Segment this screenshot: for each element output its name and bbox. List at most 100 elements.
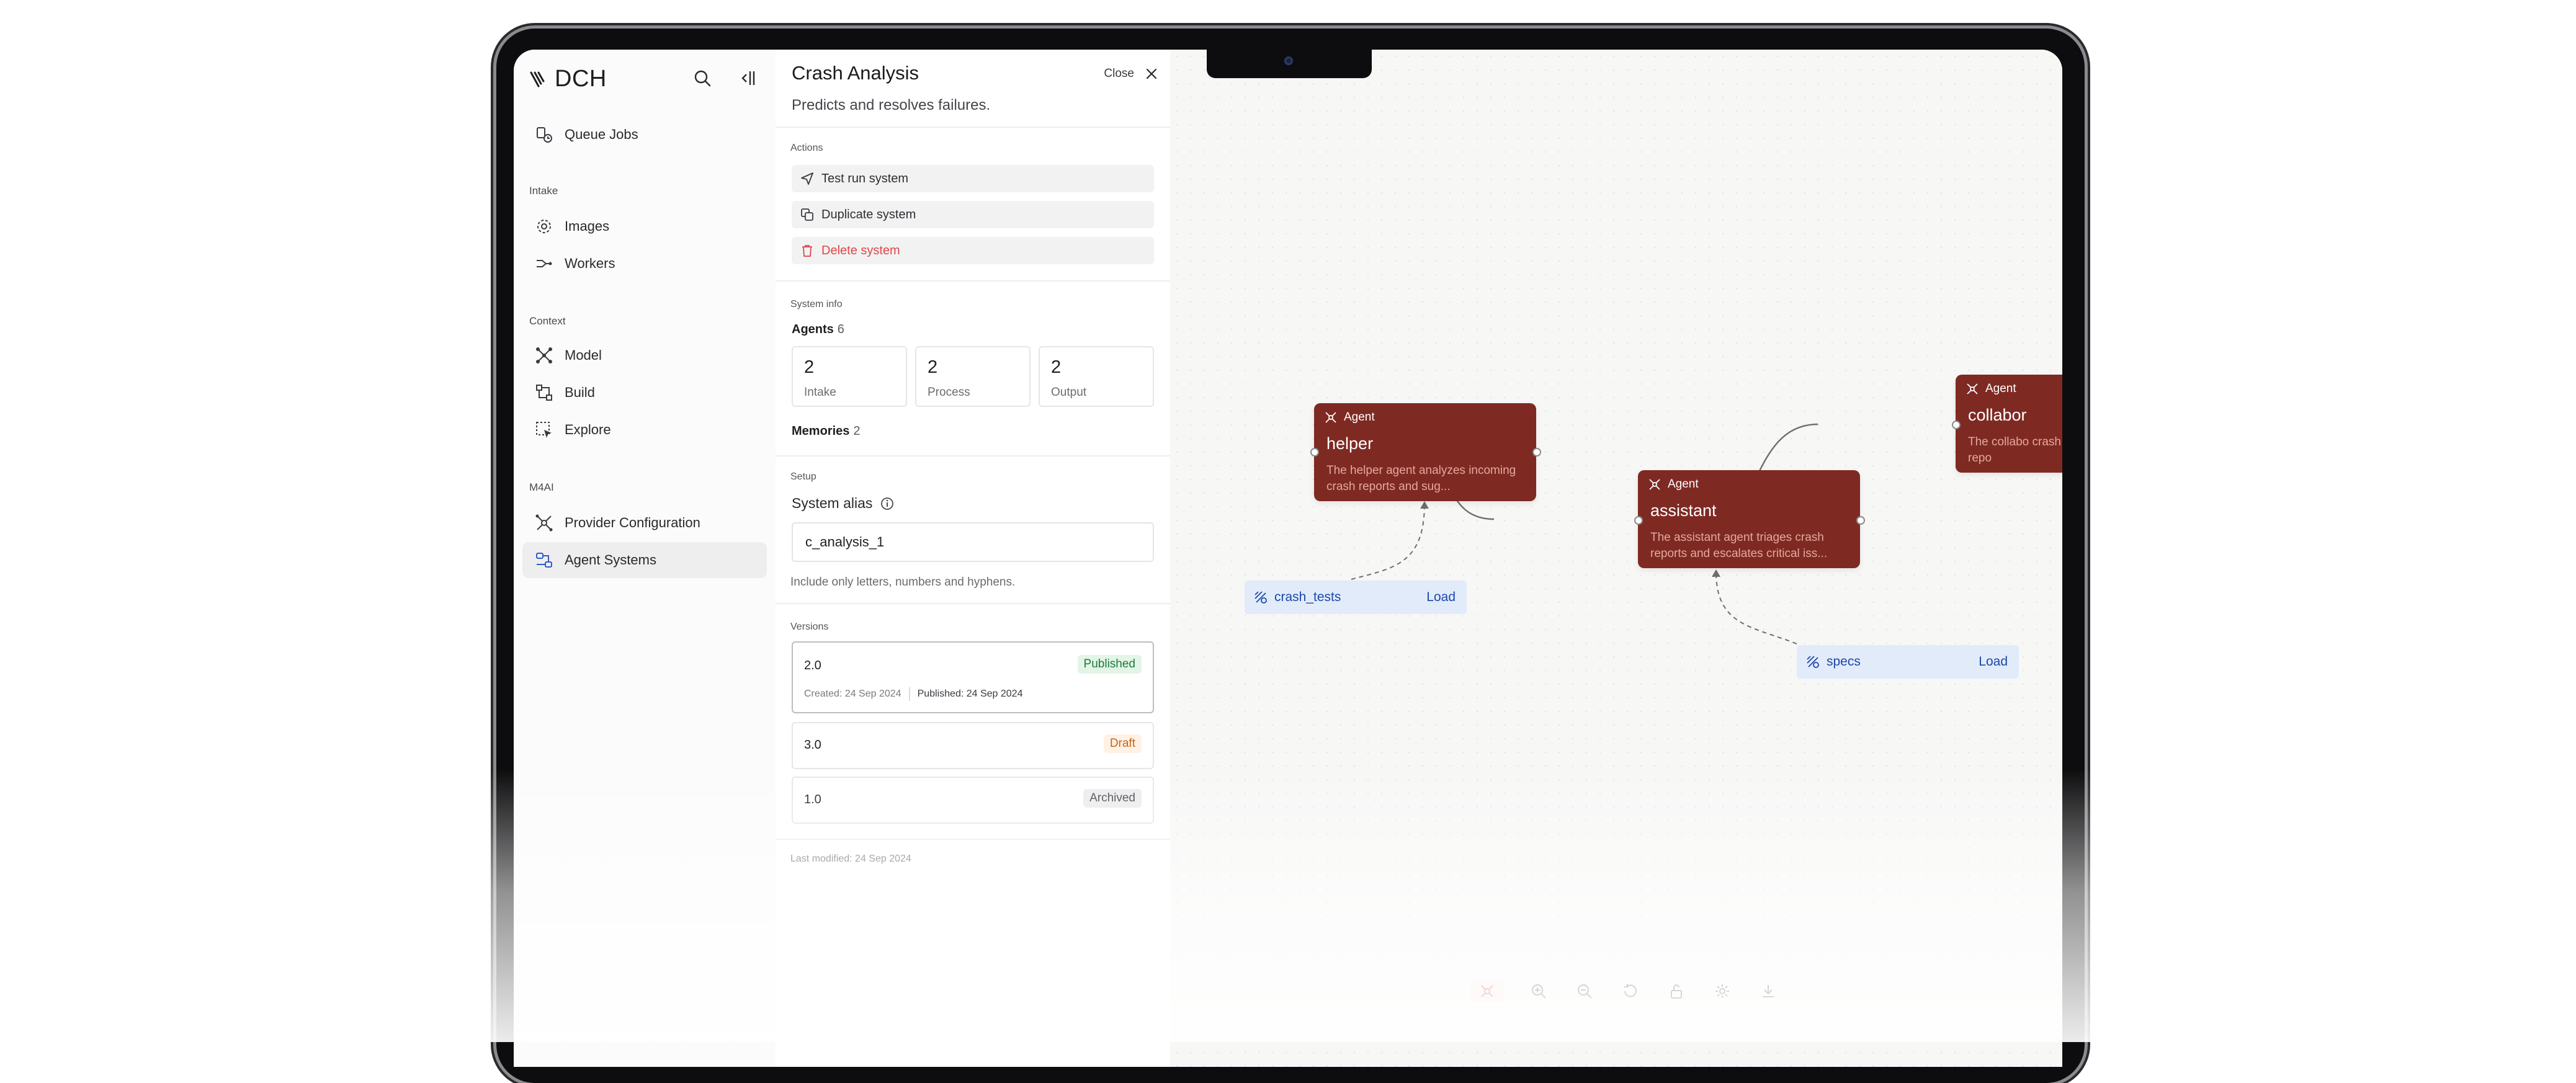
delete-button[interactable]: Delete system xyxy=(792,237,1154,264)
divider xyxy=(776,603,1170,604)
arrowhead xyxy=(1712,569,1720,577)
output-port[interactable] xyxy=(1532,448,1541,457)
sidebar-item-label: Images xyxy=(565,218,610,234)
memories-label: Memories xyxy=(792,424,850,438)
canvas-toolbar xyxy=(1470,980,1779,1002)
agent-tag-label: Agent xyxy=(1985,382,2016,395)
system-alias-input[interactable]: c_analysis_1 xyxy=(792,522,1154,562)
agent-name: helper xyxy=(1326,434,1374,453)
version-row[interactable]: 1.0 Archived xyxy=(792,777,1154,824)
duplicate-button[interactable]: Duplicate system xyxy=(792,201,1154,228)
agent-tag: Agent xyxy=(1966,382,2016,396)
agent-mode-button[interactable] xyxy=(1470,980,1504,1002)
input-port[interactable] xyxy=(1952,421,1961,429)
zoom-out-button[interactable] xyxy=(1573,980,1596,1002)
agent-systems-icon xyxy=(536,553,552,568)
divider xyxy=(776,839,1170,840)
sidebar-item-workers[interactable]: Workers xyxy=(522,246,767,282)
lock-button[interactable] xyxy=(1665,980,1688,1002)
load-button[interactable]: Load xyxy=(1426,590,1456,605)
stat-label: Process xyxy=(928,386,970,399)
info-icon[interactable] xyxy=(880,496,895,511)
logo[interactable]: DCH xyxy=(529,66,607,92)
sidebar-item-label: Workers xyxy=(565,256,615,271)
divider xyxy=(776,455,1170,457)
actions-label: Actions xyxy=(790,143,823,153)
section-m4ai: M4AI xyxy=(529,481,554,493)
agents-label: Agents xyxy=(792,323,834,336)
input-port[interactable] xyxy=(1634,516,1643,525)
zoom-out-icon xyxy=(1578,984,1592,999)
input-port[interactable] xyxy=(1310,448,1319,457)
settings-button[interactable] xyxy=(1711,980,1733,1002)
download-button[interactable] xyxy=(1757,980,1779,1002)
sidebar-item-agent-systems[interactable]: Agent Systems xyxy=(522,542,767,578)
build-icon xyxy=(536,385,552,401)
panel-subtitle: Predicts and resolves failures. xyxy=(792,97,991,114)
queue-jobs-icon xyxy=(537,127,552,143)
agent-description: The assistant agent triages crash report… xyxy=(1650,531,1828,560)
stat-intake: 2 Intake xyxy=(792,346,907,407)
collapse-sidebar-button[interactable] xyxy=(733,65,761,92)
search-button[interactable] xyxy=(689,65,716,92)
load-button[interactable]: Load xyxy=(1979,654,2008,669)
flow-canvas[interactable]: Agent helper The helper agent analyzes i… xyxy=(1170,50,2062,1067)
settings-icon xyxy=(1715,984,1729,998)
connections xyxy=(1351,423,1818,644)
system-alias-label: System alias xyxy=(792,495,873,511)
duplicate-icon xyxy=(801,208,813,221)
camera-icon xyxy=(1284,56,1293,65)
memory-node-specs[interactable]: specs Load xyxy=(1797,645,2019,679)
logo-icon xyxy=(530,71,545,87)
sidebar-item-explore[interactable]: Explore xyxy=(522,412,767,448)
memory-name: crash_tests xyxy=(1274,590,1341,604)
agent-node-helper[interactable]: Agent helper The helper agent analyzes i… xyxy=(1314,403,1536,501)
alias-hint: Include only letters, numbers and hyphen… xyxy=(790,576,1016,589)
version-number: 2.0 xyxy=(804,659,821,672)
reset-view-button[interactable] xyxy=(1619,980,1642,1002)
sidebar-item-model[interactable]: Model xyxy=(522,337,767,373)
test-run-button[interactable]: Test run system xyxy=(792,165,1154,192)
memory-node-crash-tests[interactable]: crash_tests Load xyxy=(1245,581,1467,614)
output-port[interactable] xyxy=(1856,516,1865,525)
version-row[interactable]: 3.0 Draft xyxy=(792,722,1154,769)
sidebar-item-build[interactable]: Build xyxy=(522,375,767,411)
model-icon xyxy=(536,347,552,363)
agent-tag: Agent xyxy=(1648,478,1699,491)
sidebar-item-queue-jobs[interactable]: Queue Jobs xyxy=(522,117,767,153)
sidebar-item-label: Model xyxy=(565,347,602,363)
status-badge: Archived xyxy=(1083,789,1142,808)
memory-name: specs xyxy=(1827,654,1861,669)
memories-value: 2 xyxy=(853,424,861,438)
version-row[interactable]: 2.0 Published Created: 24 Sep 2024 Publi… xyxy=(792,641,1154,713)
agents-value: 6 xyxy=(837,323,844,336)
agent-name: assistant xyxy=(1650,501,1717,520)
panel-title: Crash Analysis xyxy=(792,62,919,84)
agent-tag: Agent xyxy=(1324,411,1375,424)
agent-node-collaborator[interactable]: Agent collabor The collabo crash repo xyxy=(1956,375,2062,473)
sidebar-item-images[interactable]: Images xyxy=(522,208,767,244)
zoom-in-button[interactable] xyxy=(1527,980,1550,1002)
app-screen: DCH Queue Jobs Intake Images Workers Con… xyxy=(514,50,2062,1067)
agent-name: collabor xyxy=(1968,406,2027,424)
sidebar-item-label: Queue Jobs xyxy=(565,127,638,142)
edge-crash-tests-helper xyxy=(1351,503,1425,580)
versions-label: Versions xyxy=(790,622,829,632)
stat-process: 2 Process xyxy=(915,346,1031,407)
camera-notch xyxy=(1207,48,1372,78)
images-icon xyxy=(537,220,551,233)
arrowhead xyxy=(1420,501,1429,509)
agent-node-assistant[interactable]: Agent assistant The assistant agent tria… xyxy=(1638,470,1860,568)
agent-tag-label: Agent xyxy=(1344,411,1375,424)
version-number: 3.0 xyxy=(804,738,821,752)
close-button[interactable]: Close xyxy=(1104,67,1158,81)
sidebar-item-label: Provider Configuration xyxy=(565,515,700,530)
action-label: Duplicate system xyxy=(821,207,916,221)
download-icon xyxy=(1763,985,1774,997)
stat-label: Output xyxy=(1051,386,1087,399)
setup-label: Setup xyxy=(790,471,816,482)
last-modified: Last modified: 24 Sep 2024 xyxy=(790,853,911,864)
edge-specs-assistant xyxy=(1715,571,1797,644)
version-number: 1.0 xyxy=(804,793,821,806)
sidebar-item-provider-configuration[interactable]: Provider Configuration xyxy=(522,505,767,541)
